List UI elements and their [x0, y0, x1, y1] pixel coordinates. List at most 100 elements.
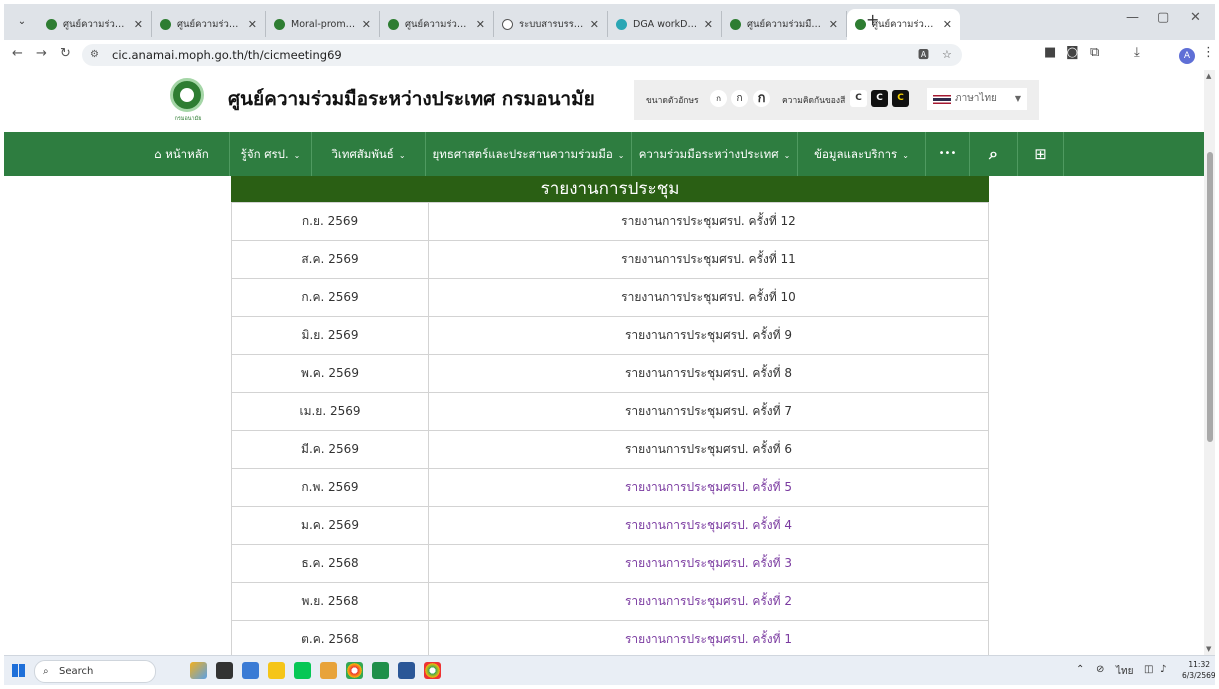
close-window-button[interactable]: ✕ [1190, 10, 1201, 25]
nav-info-services[interactable]: ข้อมูลและบริการ ⌄ [798, 132, 926, 176]
bookmark-star-icon[interactable]: ☆ [942, 44, 952, 66]
windows-start-icon[interactable] [12, 664, 25, 677]
report-link[interactable]: รายงานการประชุมศรป. ครั้งที่ 12 [428, 202, 989, 241]
back-icon[interactable]: ← [12, 46, 23, 61]
taskbar-clock[interactable]: 11:32 6/3/2569 [1182, 659, 1215, 681]
network-off-icon[interactable]: ⊘ [1096, 664, 1104, 675]
address-bar[interactable]: ⚙ cic.anamai.moph.go.th/th/cicmeeting69 … [82, 44, 962, 66]
report-link[interactable]: รายงานการประชุมศรป. ครั้งที่ 5 [428, 468, 989, 507]
line-app-icon[interactable] [294, 662, 311, 679]
report-link[interactable]: รายงานการประชุมศรป. ครั้งที่ 11 [428, 240, 989, 279]
contrast-dark-button[interactable]: C [871, 90, 888, 107]
extension-icon[interactable]: ■ [1044, 45, 1056, 60]
nav-about[interactable]: รู้จัก ศรป. ⌄ [230, 132, 312, 176]
report-date: พ.ย. 2568 [231, 582, 429, 621]
close-icon[interactable]: ✕ [943, 18, 952, 31]
font-size-small-button[interactable]: ก [710, 90, 727, 107]
close-icon[interactable]: ✕ [362, 18, 371, 31]
report-link[interactable]: รายงานการประชุมศรป. ครั้งที่ 3 [428, 544, 989, 583]
site-title[interactable]: ศูนย์ความร่วมมือระหว่างประเทศ กรมอนามัย [228, 84, 595, 114]
report-date: ก.พ. 2569 [231, 468, 429, 507]
anamai-logo[interactable] [170, 78, 204, 112]
close-icon[interactable]: ✕ [590, 18, 599, 31]
nav-more-button[interactable]: ••• [926, 132, 970, 176]
report-date: ก.ย. 2569 [231, 202, 429, 241]
minimize-button[interactable]: — [1126, 10, 1139, 25]
font-size-medium-button[interactable]: ก [731, 90, 748, 107]
scroll-up-icon[interactable]: ▲ [1206, 72, 1211, 80]
page-scrollbar[interactable]: ▲ ▼ [1204, 70, 1215, 655]
reload-icon[interactable]: ↻ [60, 46, 71, 61]
tab-title: ศูนย์ความร่วมมือระห [405, 18, 470, 30]
browser-tab-active[interactable]: ศูนย์ความร่วมมือระห ✕ [847, 9, 960, 40]
tab-title: ศูนย์ความร่วมมือระห [872, 19, 937, 30]
clock-time: 11:32 [1188, 660, 1210, 669]
translate-icon[interactable]: 🅰 [918, 44, 929, 66]
report-link[interactable]: รายงานการประชุมศรป. ครั้งที่ 1 [428, 620, 989, 655]
contrast-default-button[interactable]: C [850, 90, 867, 107]
report-link[interactable]: รายงานการประชุมศรป. ครั้งที่ 9 [428, 316, 989, 355]
forward-icon[interactable]: → [36, 46, 47, 61]
widgets-icon[interactable] [190, 662, 207, 679]
nav-home[interactable]: ⌂ หน้าหลัก [134, 132, 230, 176]
maximize-button[interactable]: ▢ [1157, 10, 1169, 25]
keyboard-language-icon[interactable]: ไทย [1116, 664, 1133, 679]
report-link[interactable]: รายงานการประชุมศรป. ครั้งที่ 2 [428, 582, 989, 621]
close-icon[interactable]: ✕ [704, 18, 713, 31]
url-text[interactable]: cic.anamai.moph.go.th/th/cicmeeting69 [112, 44, 342, 66]
site-info-icon[interactable]: ⚙ [90, 44, 99, 66]
report-link[interactable]: รายงานการประชุมศรป. ครั้งที่ 8 [428, 354, 989, 393]
scroll-down-icon[interactable]: ▼ [1206, 645, 1211, 653]
download-icon[interactable]: ⤓ [1134, 45, 1140, 60]
language-select[interactable]: ภาษาไทย ▼ [927, 88, 1027, 110]
wifi-icon[interactable]: ◫ [1144, 664, 1153, 675]
report-link[interactable]: รายงานการประชุมศรป. ครั้งที่ 10 [428, 278, 989, 317]
browser-tab[interactable]: Moral-promotion ✕ [266, 11, 380, 37]
new-tab-button[interactable]: + [866, 10, 879, 29]
taskbar-search[interactable]: ⌕ Search [34, 660, 156, 683]
nav-international-cooperation[interactable]: ความร่วมมือระหว่างประเทศ ⌄ [632, 132, 798, 176]
chevron-down-icon: ⌄ [902, 151, 909, 160]
report-link[interactable]: รายงานการประชุมศรป. ครั้งที่ 4 [428, 506, 989, 545]
anamai-favicon-icon [160, 18, 171, 30]
nav-foreign-relations[interactable]: วิเทศสัมพันธ์ ⌄ [312, 132, 426, 176]
file-explorer-icon[interactable] [268, 662, 285, 679]
report-date: มี.ค. 2569 [231, 430, 429, 469]
chevron-up-icon[interactable]: ⌃ [1076, 664, 1084, 675]
screenshot-icon[interactable]: ◙ [1066, 45, 1079, 60]
teams-icon[interactable] [242, 662, 259, 679]
menu-kebab-icon[interactable]: ⋮ [1202, 45, 1215, 60]
browser-tab[interactable]: ศูนย์ความร่วมมือระห ✕ [152, 11, 266, 37]
sitemap-icon[interactable]: ⊞ [1018, 132, 1064, 176]
browser-tab[interactable]: ศูนย์ความร่วมมือระห ✕ [38, 11, 152, 37]
close-icon[interactable]: ✕ [248, 18, 257, 31]
task-view-icon[interactable] [216, 662, 233, 679]
browser-tab[interactable]: ศูนย์ความร่วมมือระห ✕ [380, 11, 494, 37]
report-link[interactable]: รายงานการประชุมศรป. ครั้งที่ 7 [428, 392, 989, 431]
app-icon[interactable] [372, 662, 389, 679]
font-size-label: ขนาดตัวอักษร [646, 96, 699, 106]
tab-search-icon[interactable]: ⌄ [12, 12, 32, 32]
close-icon[interactable]: ✕ [829, 18, 838, 31]
volume-icon[interactable]: ♪ [1160, 664, 1166, 675]
profile-avatar[interactable]: A [1179, 48, 1195, 64]
close-icon[interactable]: ✕ [476, 18, 485, 31]
search-icon[interactable]: ⌕ [970, 132, 1018, 176]
close-icon[interactable]: ✕ [134, 18, 143, 31]
nav-label: ข้อมูลและบริการ [814, 147, 898, 161]
browser-tab[interactable]: ระบบสารบรรณอิเล็กท ✕ [494, 11, 608, 37]
nav-strategy[interactable]: ยุทธศาสตร์และประสานความร่วมมือ ⌄ [426, 132, 632, 176]
browser-tab[interactable]: DGA workD Platfo ✕ [608, 11, 722, 37]
table-row: พ.ย. 2568 รายงานการประชุมศรป. ครั้งที่ 2 [231, 582, 989, 621]
table-row: มิ.ย. 2569 รายงานการประชุมศรป. ครั้งที่ 9 [231, 316, 989, 355]
chrome-icon[interactable] [424, 662, 441, 679]
font-size-large-button[interactable]: ก [753, 90, 770, 107]
report-link[interactable]: รายงานการประชุมศรป. ครั้งที่ 6 [428, 430, 989, 469]
word-icon[interactable] [398, 662, 415, 679]
app-icon[interactable] [320, 662, 337, 679]
contrast-yellow-button[interactable]: C [892, 90, 909, 107]
scroll-thumb[interactable] [1207, 152, 1213, 442]
chrome-icon[interactable] [346, 662, 363, 679]
extensions-puzzle-icon[interactable]: ⧉ [1090, 45, 1099, 60]
browser-tab[interactable]: ศูนย์ความร่วมมือระห ✕ [722, 11, 847, 37]
